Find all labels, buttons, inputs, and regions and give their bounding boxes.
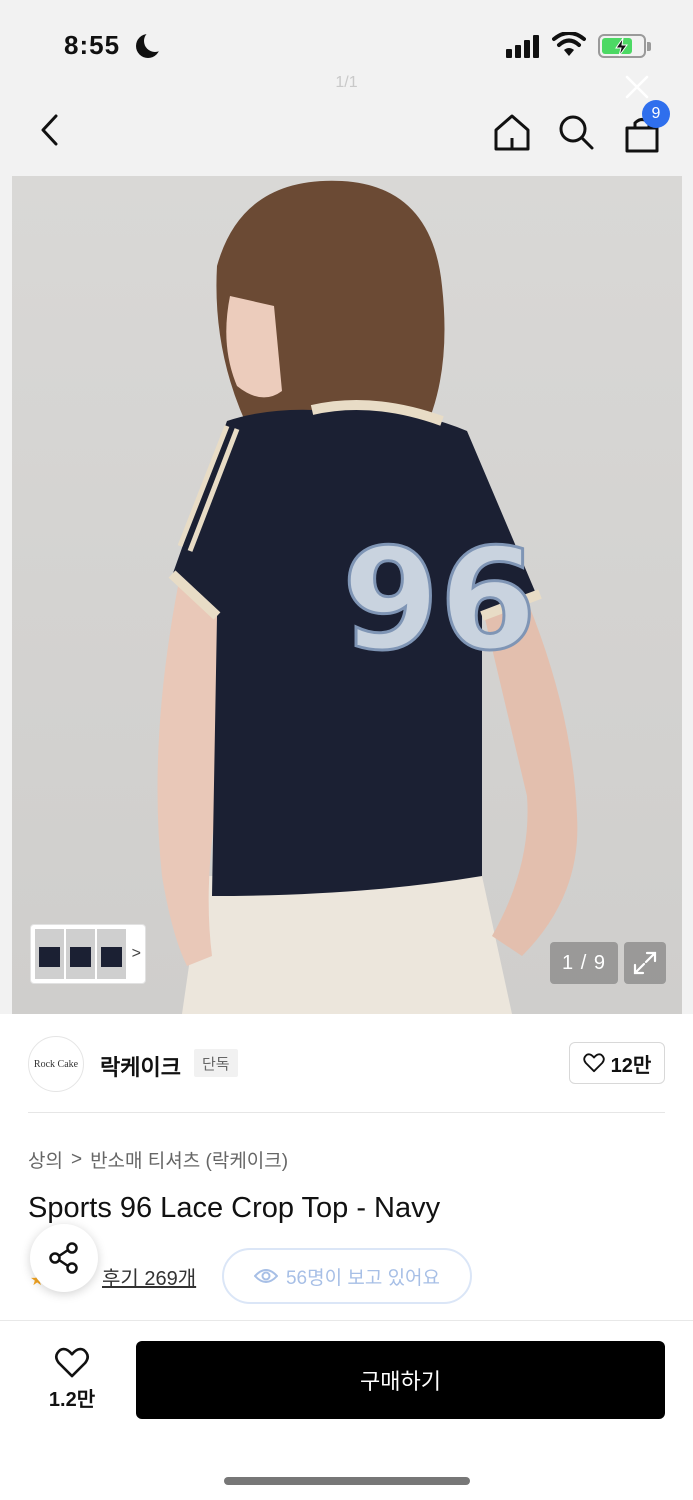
breadcrumb-separator: >	[70, 1148, 83, 1170]
viewers-text: 56명이 보고 있어요	[285, 1267, 441, 1289]
home-button[interactable]	[488, 108, 536, 156]
heart-icon	[55, 1347, 89, 1378]
cart-badge: 9	[642, 100, 670, 128]
expand-icon	[633, 951, 657, 975]
reviews-link[interactable]: 후기 269개	[102, 1262, 196, 1291]
image-counter: 1 / 9	[550, 942, 618, 984]
svg-text:96: 96	[342, 519, 537, 682]
brand-like-count: 12만	[610, 1054, 652, 1077]
search-button[interactable]	[552, 108, 600, 156]
wifi-icon	[552, 32, 586, 56]
thumbnail[interactable]	[65, 929, 95, 979]
thumbnail[interactable]	[96, 929, 126, 979]
buy-button[interactable]: 구매하기	[136, 1341, 665, 1419]
bottom-bar: 1.2만 구매하기	[0, 1320, 693, 1500]
brand-row[interactable]: Rock Cake 락케이크 단독 12만	[28, 1034, 665, 1092]
thumbnail-strip[interactable]: >	[30, 924, 146, 984]
brand-name[interactable]: 락케이크	[100, 1050, 181, 1082]
battery-charging-icon	[598, 34, 651, 58]
back-arrow-icon	[41, 114, 58, 146]
expand-button[interactable]	[624, 942, 666, 984]
thumbnail[interactable]	[35, 929, 64, 979]
breadcrumb-subcategory[interactable]: 반소매 티셔츠 (락케이크)	[90, 1146, 288, 1173]
eye-icon	[253, 1269, 278, 1283]
wishlist-button[interactable]: 1.2만	[36, 1347, 108, 1417]
product-title: Sports 96 Lace Crop Top - Navy	[28, 1192, 441, 1224]
status-time: 8:55	[64, 30, 121, 60]
product-photo: 96	[157, 180, 578, 1014]
brand-logo[interactable]: Rock Cake	[28, 1036, 84, 1092]
cart-button[interactable]: 9	[618, 100, 670, 158]
home-icon	[494, 114, 530, 151]
search-icon	[559, 115, 594, 150]
breadcrumb: 상의 > 반소매 티셔츠 (락케이크)	[28, 1146, 288, 1173]
brand-like-button[interactable]: 12만	[569, 1042, 665, 1084]
status-bar: 8:55 1/1	[0, 0, 693, 99]
breadcrumb-category[interactable]: 상의	[28, 1146, 63, 1173]
product-image[interactable]: 96 > 1 / 9	[12, 176, 682, 1014]
cellular-signal-icon	[506, 34, 544, 58]
page-indicator: 1/1	[335, 74, 358, 91]
back-button[interactable]	[26, 106, 74, 154]
share-icon	[49, 1242, 78, 1274]
chevron-right-icon[interactable]: >	[132, 945, 141, 963]
heart-icon	[582, 1053, 605, 1073]
top-nav: 9	[0, 92, 693, 174]
wishlist-count: 1.2만	[48, 1389, 96, 1411]
divider	[28, 1112, 665, 1113]
product-info: Rock Cake 락케이크 단독 12만 상의 > 반소매 티셔츠 (락케이크…	[0, 1014, 693, 1320]
share-button[interactable]	[30, 1224, 98, 1292]
home-indicator[interactable]	[224, 1477, 470, 1485]
viewers-pill: 56명이 보고 있어요	[222, 1248, 472, 1304]
moon-icon	[136, 30, 166, 58]
exclusive-badge: 단독	[194, 1049, 238, 1077]
